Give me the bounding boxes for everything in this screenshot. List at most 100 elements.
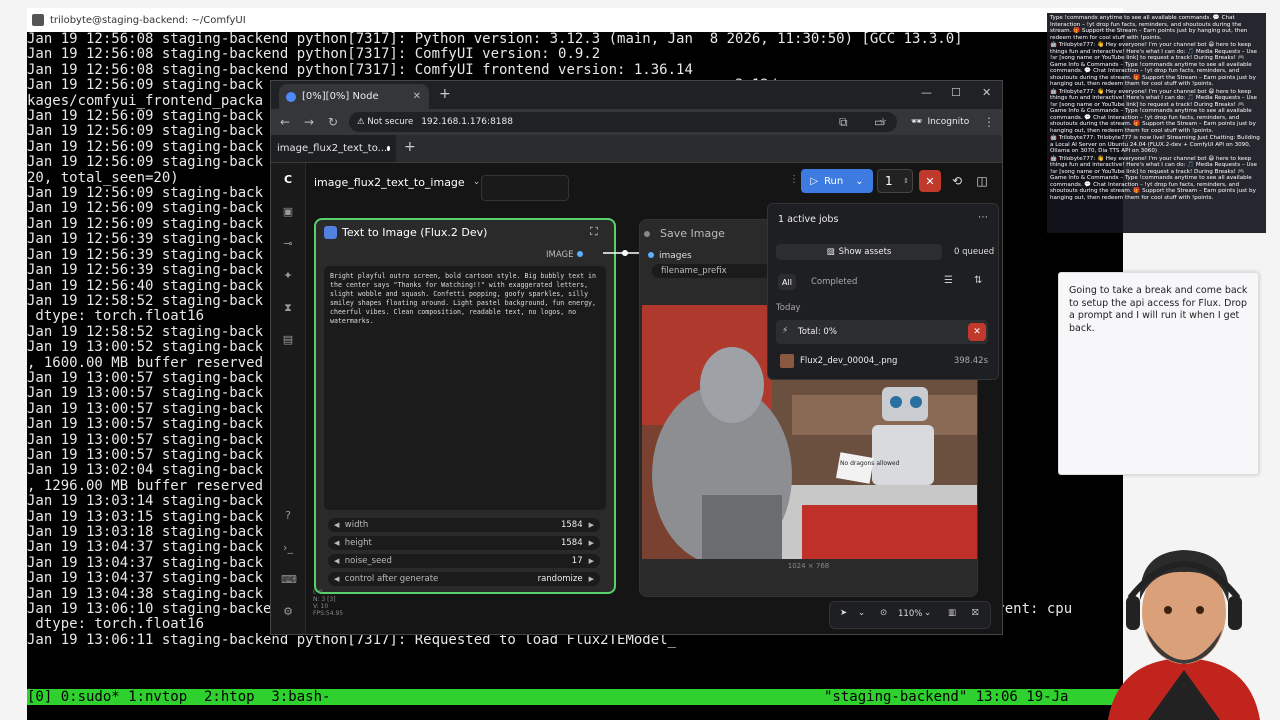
widget-label: height [344,538,372,548]
node-title-label: Text to Image (Flux.2 Dev) [342,226,488,239]
completed-job-row[interactable]: Flux2_dev_00004_.png 398.42s [776,352,988,370]
workflow-tab[interactable]: image_flux2_text_to... [271,135,396,162]
tab-completed[interactable]: Completed [811,277,857,287]
text-to-image-node[interactable]: Text to Image (Flux.2 Dev) ⛶ IMAGE Brigh… [314,218,616,594]
node-title[interactable]: Text to Image (Flux.2 Dev) [324,226,487,239]
noise-seed-widget[interactable]: ◀ noise_seed 17 ▶ [328,554,600,568]
tmux-host-time: "staging-backend" 13:06 19-Ja [824,689,1069,705]
left-sidebar: C ▣ ⊸ ✦ ⧗ ▤ ? ›_ ⌨ ⚙ [271,163,306,634]
tab-title: [0%][0%] Node [302,91,379,102]
url-text[interactable]: 192.168.1.176:8188 [421,117,513,127]
terminal-line: Jan 19 13:06:11 staging-backend python[7… [27,631,677,648]
history-icon[interactable]: ⟲ [946,170,968,192]
nodes-library-icon[interactable]: ⊸ [281,237,295,251]
add-workflow-button[interactable]: + [404,139,416,155]
workflows-icon[interactable]: ⧗ [281,301,295,315]
minimap-icon[interactable]: ▥ [948,608,956,618]
image-output-slot[interactable]: IMAGE [546,250,584,260]
decrement-icon[interactable]: ◀ [334,557,339,565]
new-tab-button[interactable]: + [439,86,451,102]
decrement-icon[interactable]: ◀ [334,575,339,583]
zoom-level[interactable]: 110% [898,609,922,619]
workflow-tabs: image_flux2_text_to... + [271,135,1002,163]
assets-icon[interactable]: ▣ [281,205,295,219]
decrement-icon[interactable]: ◀ [334,521,339,529]
width-widget[interactable]: ◀ width 1584 ▶ [328,518,600,532]
increment-icon[interactable]: ▶ [589,539,594,547]
play-icon: ▷ [810,175,819,187]
reload-icon[interactable]: ↻ [328,115,338,129]
stepper-icon[interactable]: ⇕ [903,177,909,185]
fit-view-icon[interactable]: ⊙ [880,608,887,618]
hide-links-icon[interactable]: ⛝ [972,608,978,618]
today-heading: Today [776,303,801,313]
height-widget[interactable]: ◀ height 1584 ▶ [328,536,600,550]
active-jobs-title: 1 active jobs [778,214,839,225]
omnibox[interactable]: ⚠ Not secure 192.168.1.176:8188 ☆ [349,112,897,132]
canvas-controls: ➤ ⌄ ⊙ 110% ⌄ ▥ ⛝ [829,601,991,629]
extensions-icon[interactable]: ⧉ [839,115,848,130]
streamer-avatar [1108,550,1260,720]
not-secure-badge[interactable]: ⚠ Not secure [349,117,421,127]
selection-toolbar[interactable] [481,175,569,201]
queue-panel: 1 active jobs ⋯ ▨ Show assets 0 queued Al… [767,203,999,380]
workflow-name: image_flux2_text_to_image [314,175,465,189]
more-options-icon[interactable]: ⋯ [978,212,988,223]
unsaved-dot-icon [387,146,390,151]
increment-icon[interactable]: ▶ [589,557,594,565]
prompt-textarea[interactable]: Bright playful outro screen, bold cartoo… [324,266,606,510]
run-button[interactable]: ▷ Run ⌄ [801,169,873,193]
cast-icon[interactable]: ▭ [874,115,885,129]
maximize-icon[interactable]: ☐ [951,86,961,99]
help-icon[interactable]: ? [281,509,295,523]
terminal-titlebar[interactable]: trilobyte@staging-backend: ~/ComfyUI [27,8,1123,32]
increment-icon[interactable]: ▶ [589,521,594,529]
sort-icon[interactable]: ⇅ [974,275,982,286]
job-filename: Flux2_dev_00004_.png [800,356,898,366]
chat-message: 🤖 Trilobyte777: 👋 Hey everyone! I'm your… [1050,88,1257,134]
chat-message: 🤖 Trilobyte777: 👋 Hey everyone! I'm your… [1050,42,1257,87]
keyboard-icon[interactable]: ⌨ [281,573,297,587]
batch-count-input[interactable]: 1 ⇕ [877,169,913,193]
chat-message: 🤖 Trilobyte777: 👋 Hey everyone! I'm your… [1050,155,1257,201]
chevron-down-icon[interactable]: ⌄ [855,176,863,187]
expand-icon[interactable]: ⛶ [590,225,598,239]
terminal-line: Jan 19 12:56:08 staging-backend python[7… [27,31,963,47]
settings-gear-icon[interactable]: ⚙ [281,605,295,619]
filter-icon[interactable]: ☰ [944,275,953,286]
job-thumbnail [780,354,794,368]
images-input-slot[interactable]: images [648,251,692,261]
close-tab-icon[interactable]: ✕ [413,91,421,102]
increment-icon[interactable]: ▶ [589,575,594,583]
browser-menu-icon[interactable]: ⋮ [983,115,995,129]
cancel-job-button[interactable]: ✕ [968,323,986,341]
show-assets-button[interactable]: ▨ Show assets [776,244,942,260]
models-icon[interactable]: ✦ [281,269,295,283]
incognito-badge[interactable]: 🕶 Incognito [911,112,969,132]
subgraph-icon [324,226,337,239]
comfy-logo-icon[interactable]: C [281,173,295,187]
chevron-down-icon[interactable]: ⌄ [924,608,931,618]
cancel-run-button[interactable]: ✕ [919,170,941,192]
chevron-down-icon[interactable]: ⌄ [858,608,865,618]
minimize-icon[interactable]: — [921,86,932,99]
browser-tab[interactable]: [0%][0%] Node ✕ [279,84,429,109]
drag-handle-icon[interactable]: ⋮ [789,174,799,185]
node-title[interactable]: Save Image [660,227,725,240]
job-progress-row[interactable]: Total: 0% [776,320,988,344]
close-window-icon[interactable]: ✕ [982,86,991,99]
back-icon[interactable]: ← [280,115,290,129]
tab-all[interactable]: All [778,274,796,290]
browser-window[interactable]: [0%][0%] Node ✕ + — ☐ ✕ ← → ↻ ⚠ Not secu… [270,80,1003,635]
pointer-tool-icon[interactable]: ➤ [840,608,847,618]
panel-toggle-icon[interactable]: ◫ [971,170,993,192]
control-after-generate-widget[interactable]: ◀ control after generate randomize ▶ [328,572,600,586]
terminal-icon[interactable]: ›_ [281,541,295,555]
widget-value: 1584 [560,520,583,530]
output-label: IMAGE [546,250,574,260]
decrement-icon[interactable]: ◀ [334,539,339,547]
workflow-name-dropdown[interactable]: image_flux2_text_to_image ⌄ [314,170,480,194]
stat-line: FPS:54.95 [313,610,344,617]
forward-icon[interactable]: → [304,115,314,129]
templates-icon[interactable]: ▤ [281,333,295,347]
